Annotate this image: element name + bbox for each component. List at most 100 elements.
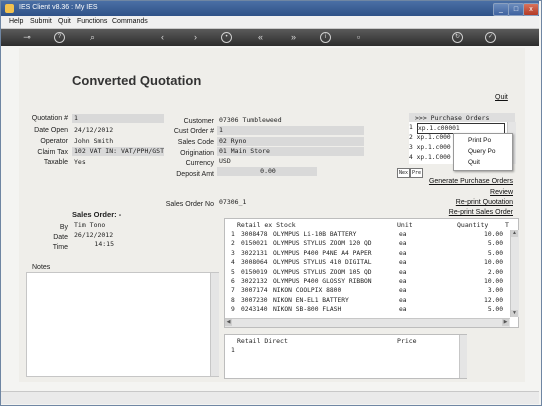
scroll-up-icon[interactable]: ▲ [511,230,518,237]
po-title: >>> Purchase Orders [415,114,490,122]
stock-hscrollbar[interactable]: ◀ ▶ [225,318,510,327]
direct-scrollbar[interactable] [459,335,467,378]
menu-item-print-po[interactable]: Print Po [468,137,491,144]
stock-quantity: 2.00 [487,268,503,276]
scroll-left-icon[interactable]: ◀ [225,319,232,326]
refresh-icon[interactable]: ↻ [452,32,463,43]
toolbar: ⊸ ? ⌕ ‹ › • « » i ▫ ↻ ✓ [1,29,539,46]
table-row[interactable]: 7 3007174 NIKON COOLPIX 8800 ea 3.00 [225,286,510,295]
po-prev-button[interactable]: Pre [410,168,423,178]
date-label: Date [53,234,68,241]
po-context-menu: Print Po Query Po Quit [453,133,513,171]
forward-icon[interactable]: » [288,32,299,43]
row-number: 5 [231,268,235,276]
scroll-right-icon[interactable]: ▶ [502,319,509,326]
quotation-field[interactable]: 1 [72,114,164,123]
help-icon[interactable]: ? [54,32,65,43]
list-item[interactable]: 3 xp.1.c000 [409,143,451,152]
row-number: 7 [231,287,235,295]
prev-icon[interactable]: ‹ [157,32,168,43]
customer-label: Customer [183,118,214,125]
reprint-quotation-link[interactable]: Re-print Quotation [456,199,513,206]
po-header: >>> Purchase Orders [409,113,515,122]
quotation-label: Quotation # [31,115,68,122]
stock-code: 3007174 [241,287,268,295]
stock-description: NIKON COOLPIX 8800 [273,287,342,295]
taxable-value: Yes [74,158,86,166]
stock-vscrollbar[interactable]: ▲ ▼ [510,230,519,317]
next-icon[interactable]: › [190,32,201,43]
currency-value: USD [219,157,231,165]
stock-quantity: 12.00 [484,296,503,304]
minimize-button[interactable]: _ [493,3,509,16]
skip-icon[interactable]: • [221,32,232,43]
table-row[interactable]: 5 0150019 OLYMPUS STYLUS ZOOM 105 QD ea 2.00 [225,268,510,277]
table-row[interactable]: 2 0150021 OLYMPUS STYLUS ZOOM 120 QD ea 5.00 [225,239,510,248]
menu-commands[interactable]: Commands [112,18,148,25]
table-row[interactable]: 3 3022131 OLYMPUS P400 P4NE A4 PAPER ea 5.00 [225,249,510,258]
menu-quit[interactable]: Quit [58,18,71,25]
stock-quantity: 5.00 [487,240,503,248]
review-link[interactable]: Review [490,189,513,196]
table-row[interactable]: 9 0243140 NIKON SB-800 FLASH ea 5.00 [225,305,510,314]
generate-po-link[interactable]: Generate Purchase Orders [429,178,513,185]
close-button[interactable]: x [523,3,539,16]
stock-description: NIKON EN-EL1 BATTERY [273,296,349,304]
scroll-down-icon[interactable]: ▼ [511,310,518,317]
search-icon[interactable]: ⌕ [87,32,98,43]
origination-field[interactable]: 01 Main Store [217,147,364,156]
table-row[interactable]: 1 3008478 OLYMPUS Li-10B BATTERY ea 10.00 [225,230,510,239]
list-item[interactable]: 1 [409,123,413,132]
claim-tax-field[interactable]: 102 VAT IN: VAT/PPH/GST/C [72,147,164,156]
menu-bar: Help Submit Quit Functions Commands [1,16,539,29]
by-value: Tim Tono [74,221,106,229]
po-next-button[interactable]: Nex [397,168,410,178]
row-number: 2 [231,240,235,248]
menu-functions[interactable]: Functions [77,18,107,25]
stock-unit: ea [399,278,407,285]
maximize-button[interactable]: □ [508,3,524,16]
operator-value: John Smith [74,137,114,145]
list-item[interactable]: 2 xp.1.c000 [409,133,451,142]
table-row[interactable]: 1 [231,346,235,355]
quit-link[interactable]: Quit [495,94,508,101]
sales-code-label: Sales Code [177,139,214,146]
col-retail-ex-stock: Retail ex Stock [237,221,296,229]
menu-submit[interactable]: Submit [30,18,52,25]
by-label: By [59,224,68,231]
stock-quantity: 3.00 [487,287,503,295]
submit-icon[interactable]: ✓ [485,32,496,43]
menu-item-query-po[interactable]: Query Po [468,148,495,155]
row-number: 1 [231,231,235,238]
table-row[interactable]: 8 3007230 NIKON EN-EL1 BATTERY ea 12.00 [225,296,510,305]
stock-code: 3022132 [241,278,268,285]
stock-quantity: 10.00 [484,278,503,285]
page-icon[interactable]: ▫ [353,32,364,43]
sales-order-heading: Sales Order: - [72,210,122,219]
stock-unit: ea [399,296,407,304]
menu-item-quit[interactable]: Quit [468,159,480,166]
cust-order-field[interactable]: 1 [217,126,364,135]
stock-unit: ea [399,240,407,248]
col-price: Price [397,337,417,345]
table-row[interactable]: 4 3008064 OLYMPUS STYLUS 410 DIGITAL ea 10.0… [225,258,510,267]
menu-help[interactable]: Help [9,18,23,25]
stock-quantity: 10.00 [484,231,503,238]
stock-unit: ea [399,231,407,238]
stock-description: OLYMPUS P400 GLOSSY RIBBON [273,278,372,285]
table-row[interactable]: 6 3022132 OLYMPUS P400 GLOSSY RIBBON ea 10.0… [225,277,510,286]
notes-scrollbar[interactable] [210,273,219,376]
window-title: IES Client v8.36 : My IES [19,4,98,11]
notes-textarea[interactable] [26,272,219,377]
sales-code-field[interactable]: 02 Ryno [217,137,364,146]
list-item[interactable]: 4 xp.1.C000 [409,153,451,162]
reprint-sales-order-link[interactable]: Re-print Sales Order [449,209,513,216]
row-number: 6 [231,278,235,285]
info-icon[interactable]: i [320,32,331,43]
key-icon[interactable]: ⊸ [19,32,35,43]
deposit-field[interactable]: 0.00 [217,167,317,176]
stock-unit: ea [399,249,407,257]
currency-label: Currency [185,160,214,167]
col-unit: Unit [397,221,413,229]
back-icon[interactable]: « [255,32,266,43]
